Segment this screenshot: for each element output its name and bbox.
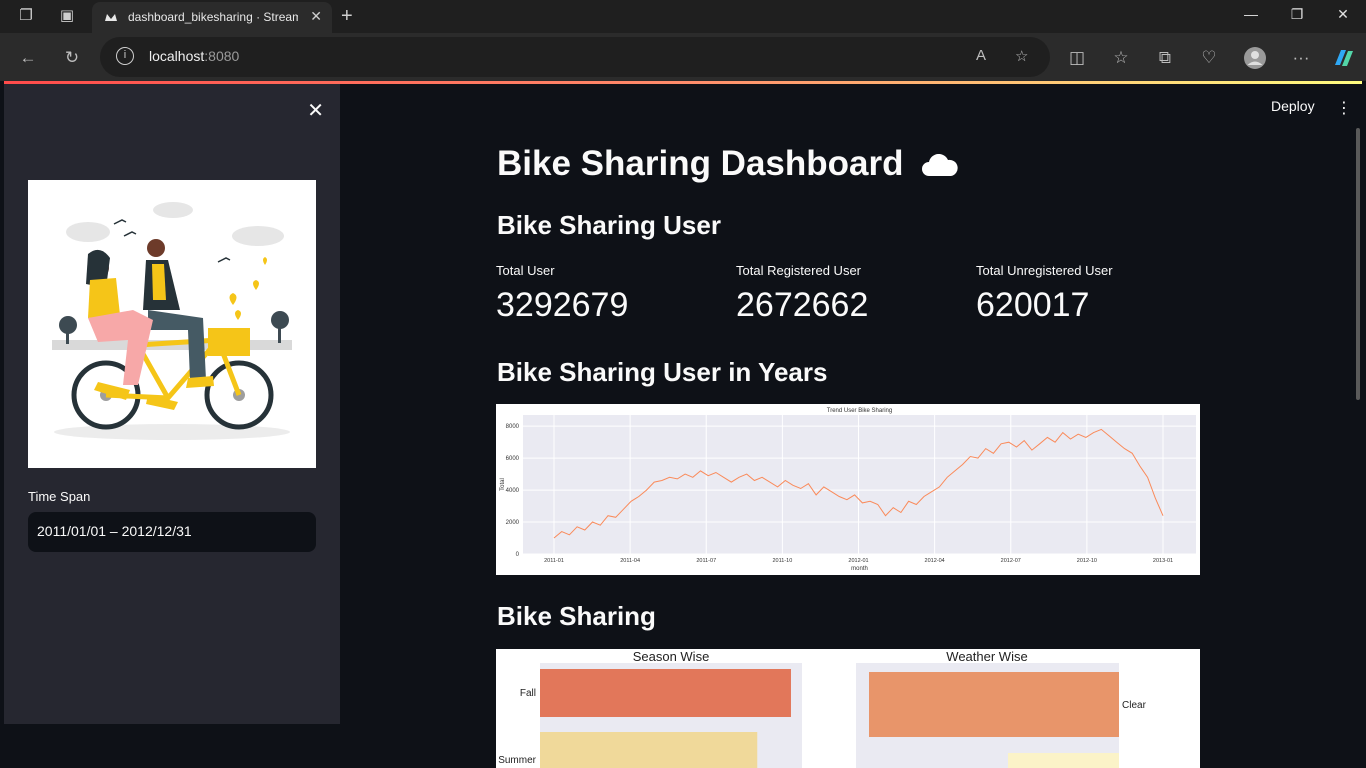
- profile-avatar-icon[interactable]: [1244, 47, 1266, 69]
- metric-value: 2672662: [736, 286, 869, 324]
- chart-title: Trend User Bike Sharing: [827, 408, 892, 414]
- x-tick-label: 2011-10: [772, 558, 792, 564]
- x-tick-label: 2012-01: [848, 558, 868, 564]
- copilot-icon[interactable]: [1332, 47, 1354, 69]
- close-window-icon[interactable]: ✕: [1333, 6, 1353, 23]
- metric-unregistered-user: Total Unregistered User 620017: [976, 263, 1206, 325]
- y-tick-label: 6000: [506, 456, 520, 462]
- y-tick-label: 4000: [506, 488, 520, 494]
- new-tab-icon[interactable]: +: [341, 5, 353, 28]
- site-info-icon[interactable]: i: [116, 47, 134, 65]
- y-axis-label: Total: [500, 478, 506, 491]
- collections-icon[interactable]: ⧉: [1154, 47, 1176, 69]
- split-screen-icon[interactable]: ◫: [1066, 47, 1088, 69]
- page-title: Bike Sharing Dashboard: [497, 144, 959, 184]
- close-sidebar-icon[interactable]: ✕: [307, 98, 324, 123]
- url-text[interactable]: localhost:8080: [149, 48, 239, 64]
- metric-value: 620017: [976, 286, 1090, 324]
- metric-label: Total Registered User: [736, 263, 861, 278]
- y-tick-label: 8000: [506, 424, 520, 430]
- browser-toolbar: ← ↻ i localhost:8080 A ☆ ◫ ☆ ⧉ ♡ ···: [0, 33, 1366, 81]
- x-tick-label: 2012-10: [1077, 558, 1097, 564]
- season-bar: [540, 669, 791, 717]
- tab-title: dashboard_bikesharing · Streamlit: [128, 10, 298, 24]
- favorite-star-icon[interactable]: ☆: [1015, 47, 1028, 65]
- x-tick-label: 2012-07: [1001, 558, 1021, 564]
- scrollbar-thumb[interactable]: [1356, 128, 1360, 400]
- back-icon[interactable]: ←: [17, 47, 39, 69]
- trend-chart-svg: 0 2000 4000 6000 8000 2011-01 2011-04 2011-07 20…: [500, 408, 1196, 572]
- browser-tab[interactable]: dashboard_bikesharing · Streamlit ✕: [92, 2, 332, 33]
- restore-icon[interactable]: ❐: [1287, 6, 1307, 23]
- metric-registered-user: Total Registered User 2672662: [736, 263, 966, 325]
- y-tick-label: 0: [516, 552, 520, 558]
- season-weather-bar-charts: Season Wise Fall Summer Weather Wise Clear: [496, 649, 1200, 768]
- section-heading-bike-sharing: Bike Sharing: [497, 601, 656, 631]
- weather-chart-title: Weather Wise: [946, 649, 1027, 664]
- cloud-icon: [922, 153, 958, 176]
- section-heading-user: Bike Sharing User: [497, 210, 721, 240]
- tab-actions-icon[interactable]: ▣: [58, 7, 76, 25]
- season-category-label: Fall: [520, 688, 536, 699]
- close-tab-icon[interactable]: ✕: [310, 8, 322, 25]
- browser-essentials-icon[interactable]: ♡: [1198, 47, 1220, 69]
- deploy-button[interactable]: Deploy: [1271, 98, 1315, 114]
- time-span-date-input[interactable]: 2011/01/01 – 2012/12/31: [28, 512, 316, 552]
- x-axis-label: month: [851, 566, 868, 572]
- season-chart-title: Season Wise: [633, 649, 710, 664]
- plot-area: [523, 415, 1196, 554]
- time-span-label: Time Span: [28, 489, 91, 504]
- browser-tab-bar: ❐ ▣ dashboard_bikesharing · Streamlit ✕ …: [0, 0, 1366, 33]
- metric-total-user: Total User 3292679: [496, 263, 726, 325]
- y-tick-label: 2000: [506, 520, 520, 526]
- read-aloud-icon[interactable]: A: [976, 47, 986, 64]
- x-tick-label: 2011-04: [620, 558, 640, 564]
- season-category-label: Summer: [498, 755, 536, 766]
- bar-charts-svg: Season Wise Fall Summer Weather Wise Clear: [498, 649, 1147, 768]
- weather-bar-partial: [1008, 753, 1119, 768]
- refresh-icon[interactable]: ↻: [61, 47, 83, 69]
- metric-label: Total Unregistered User: [976, 263, 1113, 278]
- metric-value: 3292679: [496, 286, 629, 324]
- workspaces-icon[interactable]: ❐: [17, 7, 35, 25]
- more-options-icon[interactable]: ···: [1290, 47, 1312, 69]
- weather-bar: [869, 672, 1119, 737]
- section-heading-years: Bike Sharing User in Years: [497, 357, 828, 387]
- x-tick-label: 2011-07: [696, 558, 716, 564]
- weather-category-label: Clear: [1122, 700, 1147, 711]
- address-bar[interactable]: i localhost:8080 A ☆: [100, 37, 1050, 77]
- sidebar: ✕ Time Span 2011/01/01 – 2012/12/31: [4, 84, 340, 724]
- minimize-icon[interactable]: —: [1241, 6, 1261, 22]
- sidebar-footer: [4, 724, 340, 768]
- x-tick-label: 2011-01: [544, 558, 564, 564]
- streamlit-favicon-icon: [105, 14, 117, 21]
- trend-line-chart: 0 2000 4000 6000 8000 2011-01 2011-04 2011-07 20…: [496, 404, 1200, 575]
- main-content: Deploy ⋮ Bike Sharing Dashboard Bike Sha…: [340, 84, 1362, 768]
- metric-label: Total User: [496, 263, 555, 278]
- cycling-couple-illustration: [28, 180, 316, 468]
- x-tick-label: 2013-01: [1153, 558, 1173, 564]
- main-menu-icon[interactable]: ⋮: [1336, 98, 1352, 118]
- favorites-icon[interactable]: ☆: [1110, 47, 1132, 69]
- season-bar: [540, 732, 758, 768]
- x-tick-label: 2012-04: [925, 558, 945, 564]
